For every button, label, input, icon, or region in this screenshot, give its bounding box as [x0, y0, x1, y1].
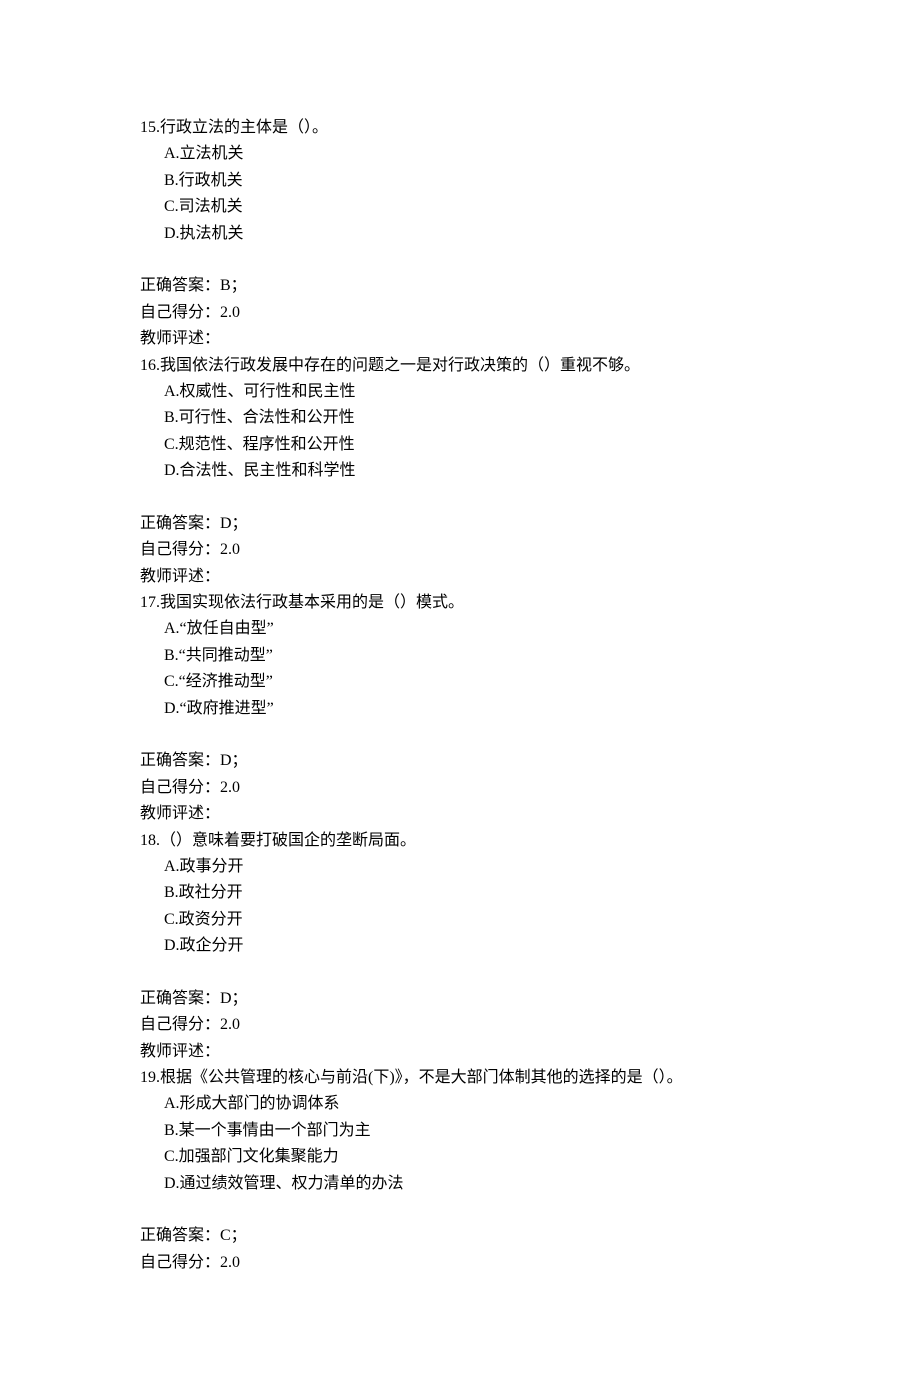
question-option: B.某一个事情由一个部门为主	[140, 1118, 780, 1144]
spacer	[140, 484, 780, 510]
spacer	[140, 247, 780, 273]
question-option: C.司法机关	[140, 194, 780, 220]
question-body: 我国实现依法行政基本采用的是（）模式。	[160, 594, 464, 611]
question-option: B.行政机关	[140, 168, 780, 194]
correct-answer: 正确答案：D；	[140, 511, 780, 537]
question-number: 15.	[140, 119, 160, 136]
question-option: C.规范性、程序性和公开性	[140, 432, 780, 458]
question-body: 我国依法行政发展中存在的问题之一是对行政决策的（）重视不够。	[160, 357, 640, 374]
question-option: A.政事分开	[140, 854, 780, 880]
teacher-comment: 教师评述：	[140, 1039, 780, 1065]
question-option: C.加强部门文化集聚能力	[140, 1144, 780, 1170]
spacer	[140, 960, 780, 986]
question-option: A.立法机关	[140, 141, 780, 167]
question-option: D.合法性、民主性和科学性	[140, 458, 780, 484]
correct-answer: 正确答案：D；	[140, 748, 780, 774]
question-text: 19.根据《公共管理的核心与前沿(下)》，不是大部门体制其他的选择的是（）。	[140, 1065, 780, 1091]
self-score: 自己得分：2.0	[140, 300, 780, 326]
question-option: A.“放任自由型”	[140, 616, 780, 642]
teacher-comment: 教师评述：	[140, 564, 780, 590]
question-number: 17.	[140, 594, 160, 611]
question-option: D.政企分开	[140, 933, 780, 959]
question-text: 17.我国实现依法行政基本采用的是（）模式。	[140, 590, 780, 616]
document-page: 15.行政立法的主体是（）。 A.立法机关 B.行政机关 C.司法机关 D.执法…	[0, 0, 920, 1376]
question-body: 行政立法的主体是（）。	[160, 119, 328, 136]
spacer	[140, 1197, 780, 1223]
question-body: 根据《公共管理的核心与前沿(下)》，不是大部门体制其他的选择的是（）。	[160, 1069, 683, 1086]
question-number: 18.	[140, 832, 160, 849]
teacher-comment: 教师评述：	[140, 326, 780, 352]
question-body: （）意味着要打破国企的垄断局面。	[160, 832, 416, 849]
question-text: 16.我国依法行政发展中存在的问题之一是对行政决策的（）重视不够。	[140, 353, 780, 379]
question-option: D.通过绩效管理、权力清单的办法	[140, 1171, 780, 1197]
question-option: C.“经济推动型”	[140, 669, 780, 695]
self-score: 自己得分：2.0	[140, 1012, 780, 1038]
question-option: A.权威性、可行性和民主性	[140, 379, 780, 405]
correct-answer: 正确答案：B；	[140, 273, 780, 299]
question-option: C.政资分开	[140, 907, 780, 933]
correct-answer: 正确答案：D；	[140, 986, 780, 1012]
teacher-comment: 教师评述：	[140, 801, 780, 827]
question-number: 16.	[140, 357, 160, 374]
self-score: 自己得分：2.0	[140, 537, 780, 563]
question-option: A.形成大部门的协调体系	[140, 1091, 780, 1117]
question-number: 19.	[140, 1069, 160, 1086]
question-option: B.政社分开	[140, 880, 780, 906]
question-option: B.可行性、合法性和公开性	[140, 405, 780, 431]
question-text: 18.（）意味着要打破国企的垄断局面。	[140, 828, 780, 854]
self-score: 自己得分：2.0	[140, 1250, 780, 1276]
question-option: B.“共同推动型”	[140, 643, 780, 669]
question-text: 15.行政立法的主体是（）。	[140, 115, 780, 141]
correct-answer: 正确答案：C；	[140, 1223, 780, 1249]
question-option: D.执法机关	[140, 221, 780, 247]
self-score: 自己得分：2.0	[140, 775, 780, 801]
question-option: D.“政府推进型”	[140, 696, 780, 722]
spacer	[140, 722, 780, 748]
